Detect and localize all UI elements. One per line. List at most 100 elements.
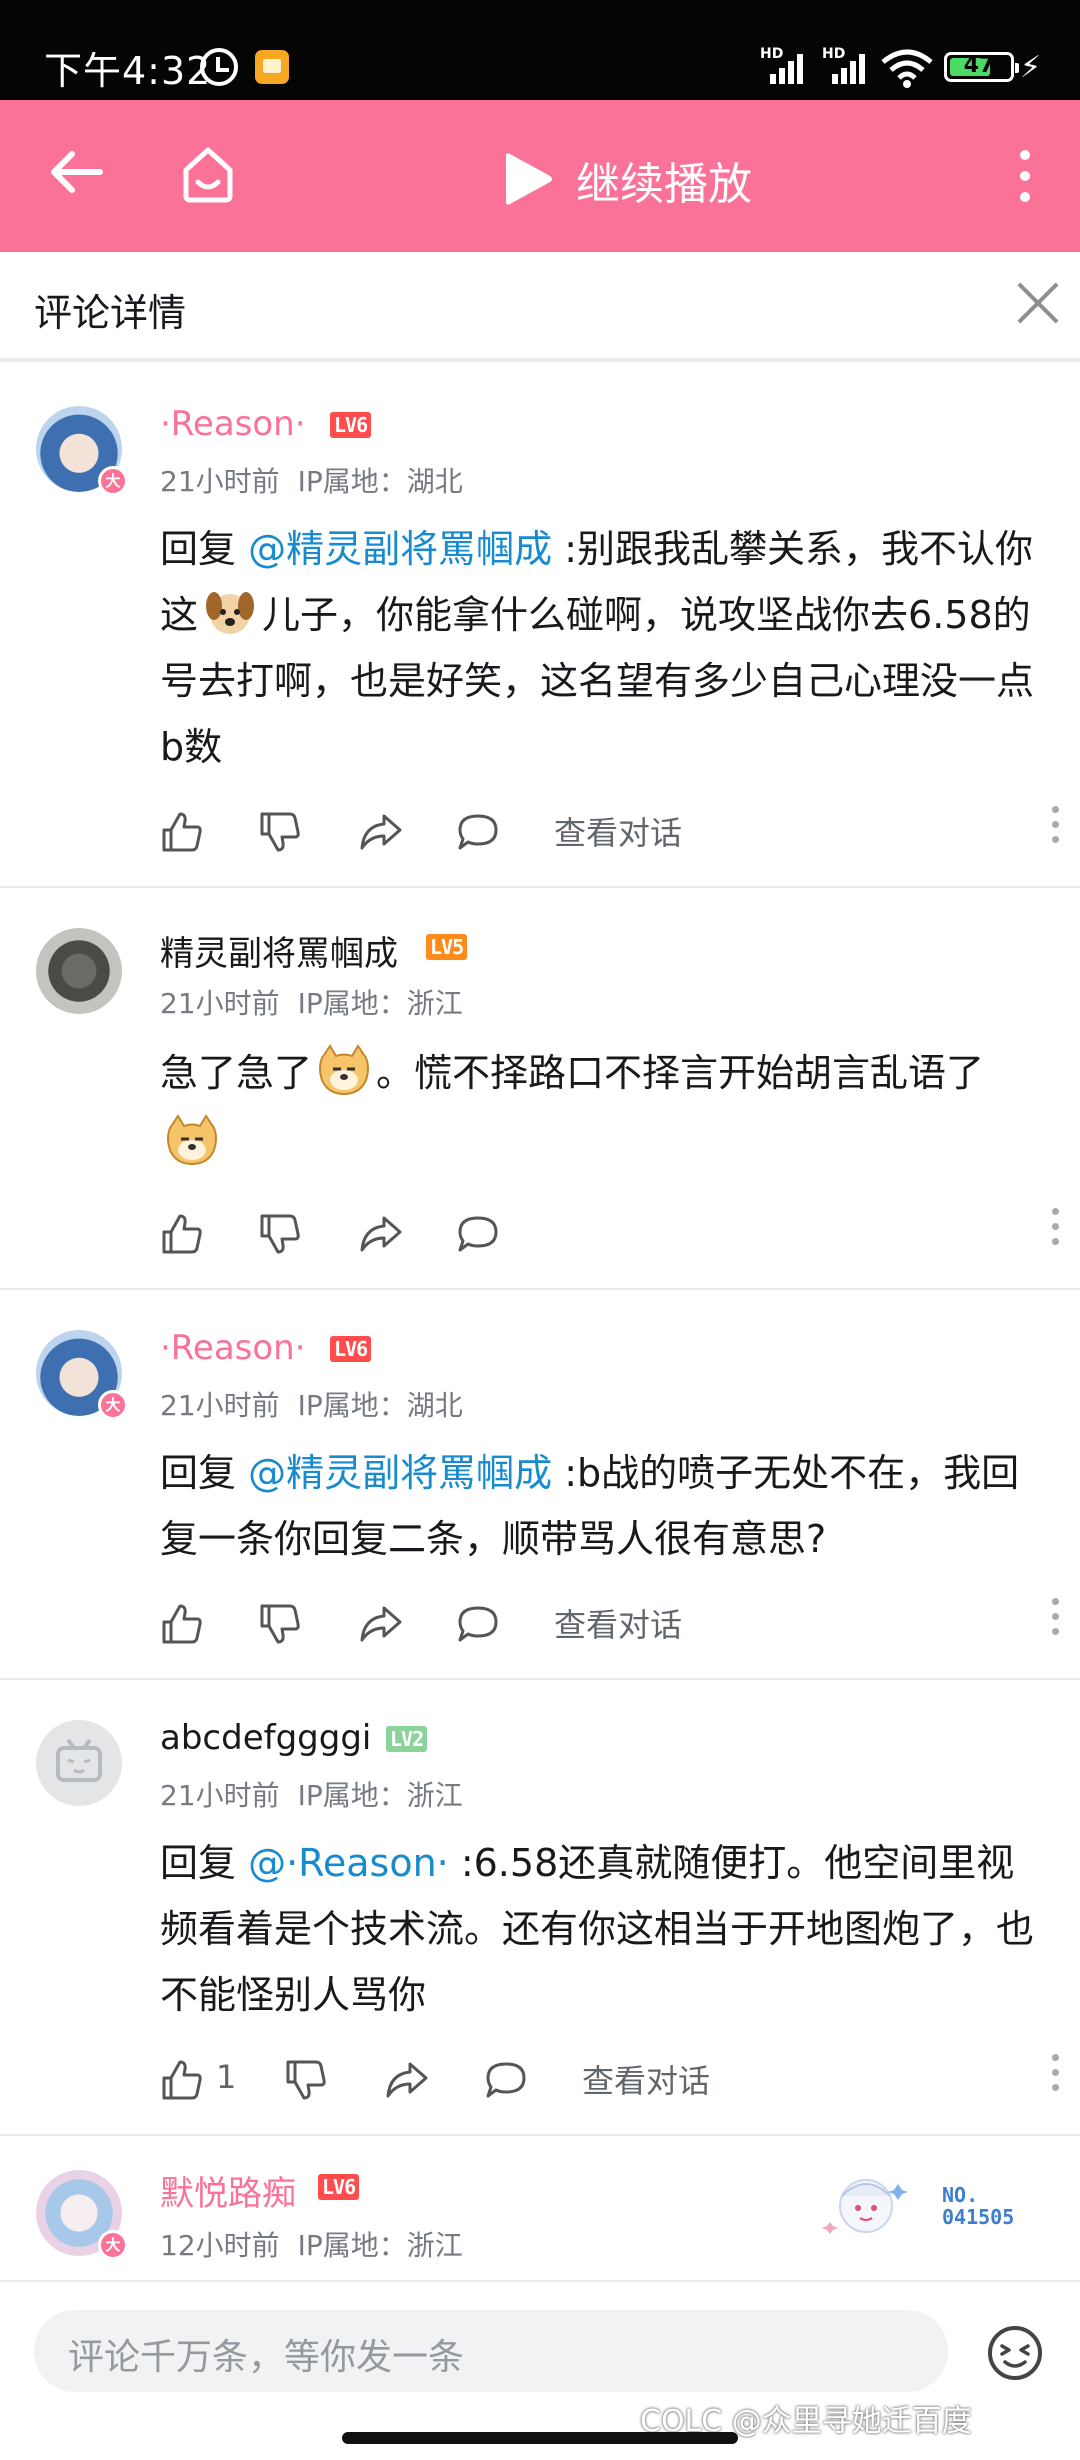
back-arrow-icon[interactable]: [44, 140, 108, 204]
avatar[interactable]: 大: [36, 1330, 128, 1420]
share-icon[interactable]: [358, 810, 402, 854]
avatar[interactable]: 大: [36, 406, 128, 496]
like-count: 1: [216, 2058, 237, 2096]
home-icon[interactable]: [178, 144, 238, 204]
comment-actions: 1 查看对话: [160, 2052, 1060, 2112]
view-conversation-button[interactable]: 查看对话: [554, 1600, 682, 1646]
comment-meta: 12小时前 IP属地：浙江: [160, 2224, 481, 2264]
share-icon[interactable]: [384, 2058, 428, 2102]
level-badge: LV6: [330, 1336, 372, 1362]
signal-icon-2: [832, 52, 872, 84]
doge-emoji-icon: [167, 1114, 217, 1166]
fan-badge: NO. 041505: [808, 2166, 1038, 2246]
username[interactable]: 默悦路痴: [160, 2166, 296, 2215]
dislike-icon[interactable]: [258, 1602, 302, 1646]
dislike-icon[interactable]: [258, 1212, 302, 1256]
reply-prefix: 回复: [160, 1451, 249, 1495]
wifi-icon: [881, 49, 933, 88]
comment-detail-title: 评论详情: [34, 291, 187, 335]
ip-location: IP属地：浙江: [297, 2229, 463, 2262]
share-icon[interactable]: [358, 1212, 402, 1256]
mention-link[interactable]: @精灵副将罵帼成: [248, 527, 552, 571]
home-indicator: [342, 2432, 738, 2444]
comment-text-part: 急了急了: [160, 1051, 313, 1095]
signal-icon: [770, 52, 810, 84]
view-conversation-button[interactable]: 查看对话: [554, 808, 682, 854]
reply-comment-icon[interactable]: [456, 1212, 500, 1256]
close-icon[interactable]: [1016, 280, 1060, 324]
comment-time: 21小时前: [160, 1389, 280, 1422]
battery-icon: 47: [944, 52, 1019, 82]
reply-prefix: 回复: [160, 1841, 249, 1885]
view-conversation-button[interactable]: 查看对话: [582, 2056, 710, 2102]
more-options-icon[interactable]: [1050, 1598, 1060, 1644]
level-badge: LV6: [330, 412, 372, 438]
dislike-icon[interactable]: [258, 810, 302, 854]
level-badge: LV5: [426, 934, 468, 960]
more-options-icon[interactable]: [1050, 1208, 1060, 1254]
avatar[interactable]: [36, 928, 122, 1014]
dislike-icon[interactable]: [284, 2058, 328, 2102]
comment-text-part: 儿子，你能拿什么碰啊，说攻坚战你去6.58的号去打啊，也是好笑，这名望有多少自己…: [160, 593, 1035, 769]
reply-prefix: 回复: [160, 527, 249, 571]
reply-comment-icon[interactable]: [456, 1602, 500, 1646]
level-badge: LV2: [386, 1726, 428, 1752]
ip-location: IP属地：湖北: [297, 1389, 463, 1422]
comment-input-bar: 评论千万条，等你发一条 COLC @众里寻她迁百度: [0, 2280, 1080, 2460]
like-icon[interactable]: [160, 2058, 204, 2102]
dog-face-emoji-icon: [206, 592, 255, 634]
notification-app-icon: [255, 50, 289, 84]
vip-badge: 大: [98, 466, 128, 496]
level-badge: LV6: [318, 2174, 360, 2200]
fan-character-icon: [822, 2179, 908, 2234]
comment-item: 精灵副将罵帼成 LV5 21小时前 IP属地：浙江 急了急了 。慌不择路口不择言开始…: [0, 888, 1080, 1290]
ip-location: IP属地：湖北: [297, 465, 463, 498]
comment-input[interactable]: 评论千万条，等你发一条: [34, 2310, 948, 2392]
username[interactable]: abcdefggggi: [160, 1718, 371, 1758]
comment-item: 大 默悦路痴 LV6 12小时前 IP属地：浙江 NO. 041505: [0, 2136, 1080, 2280]
username[interactable]: ·Reason·: [160, 404, 306, 444]
comment-item: 大 ·Reason· LV6 21小时前 IP属地：湖北 回复 @精灵副将罵帼成 …: [0, 1290, 1080, 1680]
avatar[interactable]: [36, 1720, 122, 1806]
comment-time: 21小时前: [160, 1779, 280, 1812]
share-icon[interactable]: [358, 1602, 402, 1646]
more-vertical-icon[interactable]: [1012, 150, 1038, 210]
charging-icon: ⚡: [1020, 50, 1042, 85]
username[interactable]: 精灵副将罵帼成: [160, 926, 398, 975]
continue-play-button[interactable]: 继续播放: [576, 148, 752, 212]
comment-text: 急了急了 。慌不择路口不择言开始胡言乱语了: [160, 1038, 1040, 1178]
reply-comment-icon[interactable]: [484, 2058, 528, 2102]
status-bar: 下午4:32 HD HD 47 ⚡: [0, 0, 1080, 100]
comment-time: 21小时前: [160, 987, 280, 1020]
comment-input-placeholder: 评论千万条，等你发一条: [68, 2337, 465, 2378]
play-icon[interactable]: [500, 152, 554, 206]
more-options-icon[interactable]: [1050, 2054, 1060, 2100]
emoji-icon[interactable]: [986, 2324, 1044, 2382]
mention-link[interactable]: @·Reason·: [248, 1841, 449, 1885]
more-options-icon[interactable]: [1050, 806, 1060, 852]
mention-link[interactable]: @精灵副将罵帼成: [248, 1451, 552, 1495]
comment-item: 大 ·Reason· LV6 21小时前 IP属地：湖北 回复 @精灵副将罵帼成 …: [0, 366, 1080, 888]
comment-text: 回复 @精灵副将罵帼成 :别跟我乱攀关系，我不认你这 儿子，你能拿什么碰啊，说攻坚…: [160, 516, 1040, 780]
ip-location: IP属地：浙江: [297, 987, 463, 1020]
comment-meta: 21小时前 IP属地：浙江: [160, 1774, 481, 1814]
like-icon[interactable]: [160, 810, 204, 854]
like-icon[interactable]: [160, 1212, 204, 1256]
default-avatar-icon: [56, 1738, 102, 1782]
comment-text: 回复 @·Reason· :6.58还真就随便打。他空间里视频看着是个技术流。还…: [160, 1830, 1040, 2028]
reply-comment-icon[interactable]: [456, 810, 500, 854]
vip-badge: 大: [98, 1390, 128, 1420]
battery-level: 47: [963, 53, 995, 78]
fan-badge-number: NO. 041505: [942, 2183, 1015, 2229]
comment-time: 12小时前: [160, 2229, 280, 2262]
like-icon[interactable]: [160, 1602, 204, 1646]
comment-text-part: 。慌不择路口不择言开始胡言乱语了: [376, 1051, 985, 1095]
status-time: 下午4:32: [44, 49, 212, 93]
avatar[interactable]: 大: [36, 2170, 128, 2260]
comment-detail-bar: 评论详情: [0, 252, 1080, 362]
ip-location: IP属地：浙江: [297, 1779, 463, 1812]
username[interactable]: ·Reason·: [160, 1328, 306, 1368]
vip-badge: 大: [98, 2230, 128, 2260]
doge-emoji-icon: [319, 1044, 370, 1096]
comment-meta: 21小时前 IP属地：湖北: [160, 460, 481, 500]
